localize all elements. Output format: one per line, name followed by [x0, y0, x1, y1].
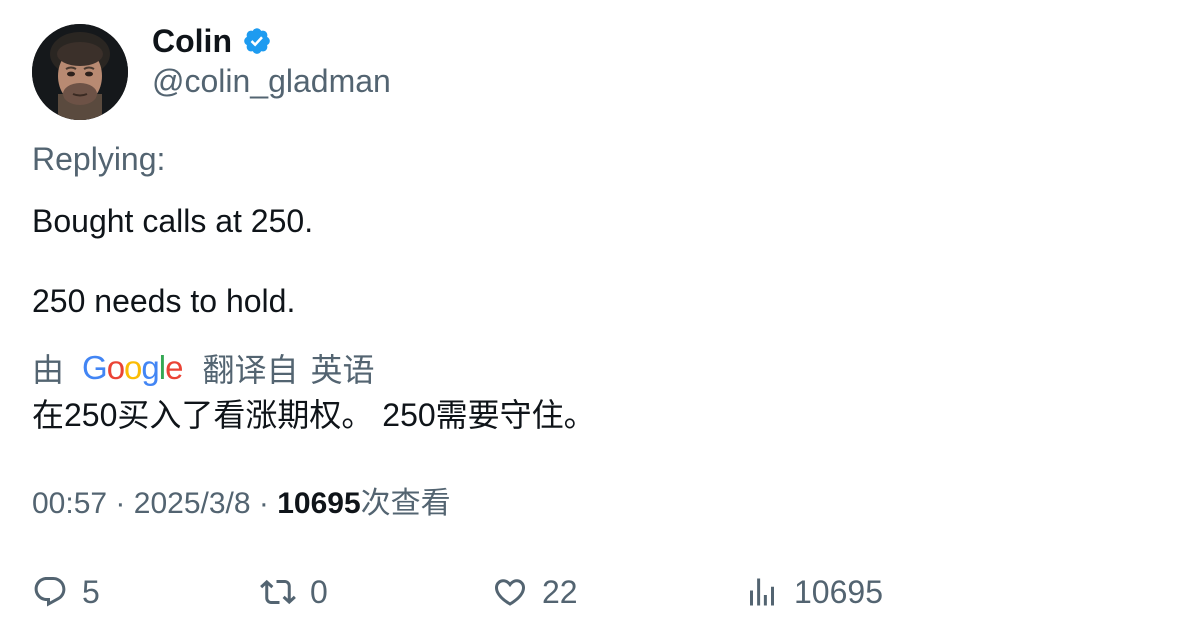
- retweet-count: 0: [310, 573, 328, 610]
- views-label: 次查看: [360, 487, 451, 520]
- author-handle[interactable]: @colin_gladman: [152, 62, 391, 100]
- reply-count: 5: [82, 573, 100, 610]
- tweet-text-line-1: Bought calls at 250.: [32, 203, 314, 239]
- meta-separator: ·: [258, 487, 269, 520]
- translated-tweet-text: 在250买入了看涨期权。 250需要守住。: [32, 397, 596, 433]
- views-count: 10695: [277, 487, 361, 520]
- retweet-icon: [260, 579, 296, 605]
- verified-badge-icon: [242, 26, 272, 56]
- google-logo: Google: [82, 349, 183, 386]
- tweet-actions-bar: 5 0 22 10695: [32, 570, 1132, 614]
- author-display-name[interactable]: Colin: [152, 22, 272, 60]
- meta-separator: ·: [115, 487, 126, 520]
- avatar-image: [32, 24, 128, 120]
- reply-icon: [34, 577, 66, 607]
- source-language-link[interactable]: 英语: [310, 345, 374, 391]
- display-name-text: Colin: [152, 23, 232, 59]
- like-count: 22: [542, 573, 578, 610]
- views-button[interactable]: 10695: [744, 570, 883, 614]
- author-avatar[interactable]: [32, 24, 128, 120]
- replying-label: Replying:: [32, 141, 166, 177]
- like-button[interactable]: 22: [492, 570, 578, 614]
- translated-from-label: 翻译自: [202, 352, 299, 388]
- translation-attribution: 由 Google 翻译自 英语: [32, 348, 375, 388]
- tweet-metadata: 00:57 · 2025/3/8 · 10695次查看: [32, 484, 451, 524]
- heart-icon: [494, 579, 526, 606]
- retweet-button[interactable]: 0: [260, 570, 328, 614]
- tweet-date[interactable]: 2025/3/8: [134, 487, 251, 520]
- tweet-time[interactable]: 00:57: [32, 487, 107, 520]
- bar-chart-icon: [750, 578, 774, 606]
- translated-by-label: 由: [32, 352, 65, 388]
- views-action-count: 10695: [794, 573, 883, 610]
- reply-button[interactable]: 5: [32, 570, 100, 614]
- tweet-text-line-2: 250 needs to hold.: [32, 283, 296, 319]
